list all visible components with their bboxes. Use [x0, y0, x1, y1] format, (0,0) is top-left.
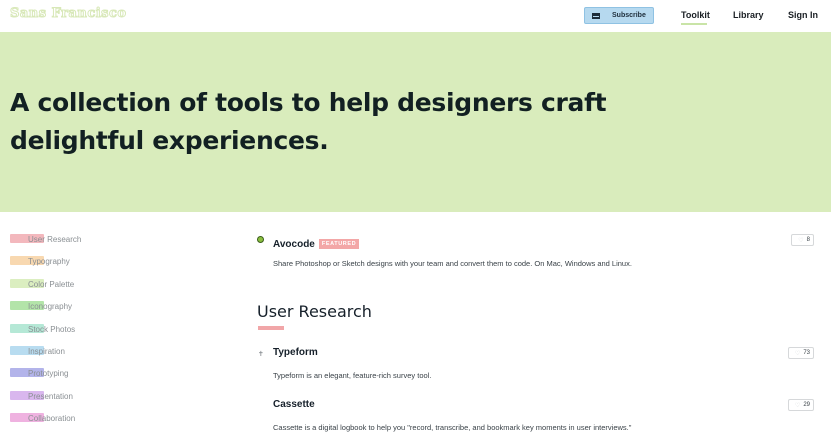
sidebar-item-stock-photos[interactable]: Stock Photos	[10, 322, 210, 344]
like-button[interactable]: ♡ 29	[788, 399, 814, 411]
tool-name[interactable]: Typeform	[273, 347, 318, 358]
heart-icon: ♡	[794, 402, 801, 409]
sidebar-item-label: Typography	[28, 257, 70, 267]
sidebar-item-user-research[interactable]: User Research	[10, 232, 210, 254]
nav-toolkit-label: Toolkit	[681, 10, 710, 20]
sidebar-item-label: Presentation	[28, 391, 73, 401]
nav-active-indicator	[681, 23, 707, 25]
tool-name[interactable]: Avocode	[273, 239, 315, 250]
sidebar-item-label: User Research	[28, 235, 82, 244]
tool-description: Cassette is a digital logbook to help yo…	[273, 423, 632, 432]
section-underline	[258, 326, 284, 330]
sidebar-item-prototyping[interactable]: Prototyping	[10, 366, 210, 388]
tool-description: Share Photoshop or Sketch designs with y…	[273, 259, 632, 268]
featured-badge: FEATURED	[318, 239, 360, 249]
sidebar-item-label: Collaboration	[28, 414, 76, 424]
like-count: 29	[803, 402, 810, 408]
sidebar-item-inspiration[interactable]: Inspiration	[10, 344, 210, 366]
featured-indicator-icon	[257, 236, 264, 243]
category-sidebar: User Research Typography Color Palette I…	[10, 232, 210, 434]
tool-name[interactable]: Cassette	[273, 399, 315, 410]
heart-icon: ♡	[794, 350, 801, 357]
nav-toolkit[interactable]: Toolkit	[681, 10, 710, 25]
sidebar-item-color-palette[interactable]: Color Palette	[10, 277, 210, 299]
sidebar-item-label: Inspiration	[28, 346, 65, 356]
subscribe-label: Subscribe	[612, 12, 646, 19]
hero-banner: A collection of tools to help designers …	[0, 32, 831, 212]
sidebar-item-collaboration[interactable]: Collaboration	[10, 411, 210, 433]
sidebar-item-presentation[interactable]: Presentation	[10, 389, 210, 411]
mail-icon	[592, 12, 600, 19]
featured-tool-title[interactable]: Avocode FEATURED	[273, 234, 360, 252]
sidebar-item-iconography[interactable]: Iconography	[10, 299, 210, 321]
subscribe-button[interactable]: Subscribe	[584, 7, 654, 24]
like-count: 8	[806, 237, 810, 243]
tool-description: Typeform is an elegant, feature-rich sur…	[273, 371, 432, 380]
site-logo[interactable]: Sans Francisco	[10, 6, 127, 22]
top-bar: Sans Francisco Subscribe Toolkit Library…	[0, 0, 831, 32]
like-count: 73	[803, 350, 810, 356]
sidebar-item-label: Stock Photos	[28, 324, 76, 334]
like-button[interactable]: ♡ 8	[791, 234, 814, 246]
sidebar-item-label: Prototyping	[28, 369, 69, 379]
sidebar-item-label: Color Palette	[28, 279, 75, 289]
sidebar-item-label: Iconography	[28, 302, 73, 312]
section-title: User Research	[257, 302, 372, 321]
like-button[interactable]: ♡ 73	[788, 347, 814, 359]
heart-icon: ♡	[798, 237, 804, 244]
pin-icon: ✝	[258, 351, 264, 358]
hero-headline: A collection of tools to help designers …	[10, 88, 607, 155]
sidebar-item-typography[interactable]: Typography	[10, 254, 210, 276]
nav-library[interactable]: Library	[733, 10, 764, 20]
nav-sign-in[interactable]: Sign In	[788, 10, 818, 20]
